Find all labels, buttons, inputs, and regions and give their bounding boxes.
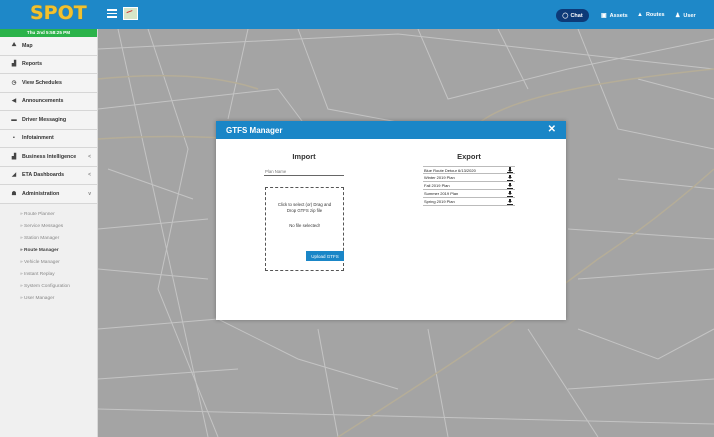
export-row: Blue Route Detour 6/13/2020 bbox=[423, 166, 515, 174]
message-icon: ▬ bbox=[11, 116, 17, 123]
modal-title: GTFS Manager bbox=[226, 125, 283, 135]
nav-routes[interactable]: ▲ Routes bbox=[637, 12, 665, 18]
export-plan-list: Blue Route Detour 6/13/2020 Winter 2019 … bbox=[423, 166, 515, 206]
dropzone-instructions: Click to select (or) Drag and Drop GTFS … bbox=[277, 202, 332, 213]
download-icon[interactable] bbox=[507, 198, 513, 205]
logo-area: SPOT bbox=[0, 0, 98, 29]
chevron-down-icon: v bbox=[88, 190, 91, 197]
sidebar-item-administration[interactable]: ☗ Administration v bbox=[0, 185, 97, 204]
submenu-user-manager[interactable]: » User Manager bbox=[20, 293, 97, 305]
chat-button[interactable]: ◯ Chat bbox=[556, 9, 589, 22]
nav-assets[interactable]: ▣ Assets bbox=[601, 12, 628, 20]
submenu-service-messages[interactable]: » Service Messages bbox=[20, 221, 97, 233]
datetime-bar: Thu 2nd 5:58:25 PM bbox=[0, 29, 97, 37]
sidebar-item-business-intelligence[interactable]: ▟ Business Intelligence < bbox=[0, 148, 97, 167]
import-title: Import bbox=[292, 152, 316, 161]
modal-header: GTFS Manager ✕ bbox=[216, 121, 566, 139]
sidebar-item-driver-messaging[interactable]: ▬ Driver Messaging bbox=[0, 111, 97, 130]
user-icon: ♟ bbox=[675, 13, 681, 19]
download-icon[interactable] bbox=[507, 167, 513, 173]
chevron-left-icon: < bbox=[88, 153, 91, 160]
sidebar: Thu 2nd 5:58:25 PM ⛰ Map ▟ Reports ◷ Vie… bbox=[0, 29, 98, 437]
assets-icon: ▣ bbox=[601, 13, 607, 19]
sidebar-item-reports[interactable]: ▟ Reports bbox=[0, 55, 97, 74]
close-icon[interactable]: ✕ bbox=[548, 124, 556, 136]
export-title: Export bbox=[457, 152, 481, 161]
export-row: Spring 2019 Plan bbox=[423, 198, 515, 206]
submenu-station-manager[interactable]: » Station Manager bbox=[20, 233, 97, 245]
sidebar-item-announcements[interactable]: ◀ Announcements bbox=[0, 92, 97, 111]
dropzone-status: No file selected! bbox=[289, 223, 320, 228]
chart-icon: ▟ bbox=[11, 153, 17, 160]
download-icon[interactable] bbox=[507, 182, 513, 189]
download-icon[interactable] bbox=[507, 190, 513, 197]
nav-user[interactable]: ♟ User bbox=[675, 12, 696, 20]
upload-gtfs-button[interactable]: Upload GTFS bbox=[306, 251, 344, 261]
dashboard-icon: ◢ bbox=[11, 172, 17, 179]
top-bar: SPOT ◯ Chat ▣ Assets ▲ Routes ♟ User bbox=[0, 0, 714, 29]
plan-name-input[interactable] bbox=[264, 167, 344, 176]
spot-logo[interactable]: SPOT bbox=[30, 2, 87, 24]
submenu-vehicle-manager[interactable]: » Vehicle Manager bbox=[20, 257, 97, 269]
sidebar-item-infotainment[interactable]: ▪ Infotainment bbox=[0, 129, 97, 148]
administration-submenu: » Route Planner » Service Messages » Sta… bbox=[0, 204, 97, 306]
export-row: Summer 2019 Plan bbox=[423, 190, 515, 198]
map-icon: ⛰ bbox=[11, 42, 17, 49]
export-row: Fall 2019 Plan bbox=[423, 182, 515, 190]
export-row: Winter 2019 Plan bbox=[423, 174, 515, 182]
submenu-route-manager[interactable]: » Route Manager bbox=[20, 245, 97, 257]
clock-icon: ◷ bbox=[11, 79, 17, 86]
submenu-route-planner[interactable]: » Route Planner bbox=[20, 209, 97, 221]
sidebar-item-map[interactable]: ⛰ Map bbox=[0, 37, 97, 56]
submenu-instant-replay[interactable]: » Instant Replay bbox=[20, 269, 97, 281]
submenu-system-configuration[interactable]: » System Configuration bbox=[20, 281, 97, 293]
sidebar-item-eta-dashboards[interactable]: ◢ ETA Dashboards < bbox=[0, 166, 97, 185]
chevron-left-icon: < bbox=[88, 172, 91, 179]
sidebar-item-view-schedules[interactable]: ◷ View Schedules bbox=[0, 74, 97, 93]
users-icon: ☗ bbox=[11, 190, 17, 197]
reports-icon: ▟ bbox=[11, 61, 17, 68]
gtfs-manager-modal: GTFS Manager ✕ Import Click to select (o… bbox=[216, 121, 566, 320]
chat-bubble-icon: ◯ bbox=[562, 12, 569, 19]
download-icon[interactable] bbox=[507, 174, 513, 181]
map-thumbnail-icon[interactable] bbox=[123, 7, 138, 20]
megaphone-icon: ◀ bbox=[11, 98, 17, 105]
hamburger-icon[interactable] bbox=[107, 9, 117, 18]
video-icon: ▪ bbox=[13, 135, 15, 142]
chat-label: Chat bbox=[570, 12, 583, 19]
routes-icon: ▲ bbox=[637, 12, 643, 18]
